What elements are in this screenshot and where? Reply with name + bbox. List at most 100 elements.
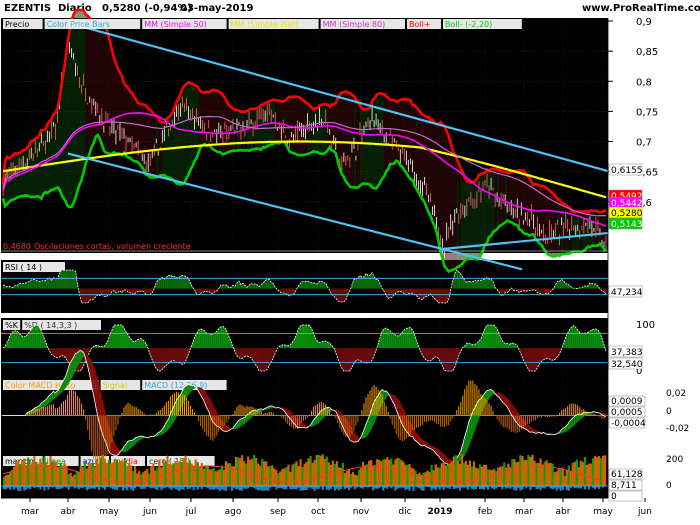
band-fill xyxy=(111,49,114,154)
vol-area xyxy=(565,469,568,486)
stoch-area xyxy=(242,348,246,358)
macd-tick-label: -0,02 xyxy=(666,424,689,434)
vol-area xyxy=(218,469,221,486)
rsi-area xyxy=(103,288,106,298)
vol-neg-bar xyxy=(234,486,238,490)
vol-neg-bar xyxy=(301,486,304,491)
band-fill xyxy=(349,92,352,188)
vol-neg-bar xyxy=(325,486,328,490)
stoch-area xyxy=(446,348,449,372)
vol-area xyxy=(152,463,155,486)
vol-area xyxy=(319,455,322,486)
price-tick-label: 0,9 xyxy=(636,17,652,28)
rsi-area xyxy=(107,288,110,296)
rsi-area xyxy=(355,277,358,289)
vol-area xyxy=(285,467,288,486)
vol-neg-bar xyxy=(180,486,183,489)
vol-neg-bar xyxy=(208,486,211,490)
stoch-area xyxy=(37,324,40,348)
rsi-area xyxy=(591,283,594,289)
vol-area xyxy=(468,460,472,486)
vol-area xyxy=(497,467,500,486)
band-fill xyxy=(107,33,110,155)
vol-area xyxy=(297,466,300,486)
band-fill xyxy=(212,90,215,151)
vol-area xyxy=(7,474,10,486)
stoch-tick-label: 100 xyxy=(636,320,655,331)
vol-area xyxy=(543,461,546,486)
stoch-area xyxy=(35,324,38,348)
vol-neg-bar xyxy=(103,486,107,490)
vol-neg-bar xyxy=(39,486,42,490)
vol-area xyxy=(464,461,468,486)
vol-area xyxy=(521,456,524,486)
rsi-area xyxy=(398,288,401,292)
vol-area xyxy=(265,461,268,486)
vol-neg-bar xyxy=(565,486,568,491)
vol-area xyxy=(251,458,254,486)
vol-neg-bar xyxy=(85,486,88,491)
vol-neg-bar xyxy=(539,486,542,491)
x-axis-month-label: may xyxy=(593,507,613,517)
stoch-area xyxy=(551,348,554,361)
price-bottom-caption: Oscilaciones cortas, volumen creciente xyxy=(34,242,191,251)
band-fill xyxy=(361,108,364,185)
vol-neg-bar xyxy=(482,486,486,490)
stoch-area xyxy=(172,348,175,361)
rsi-area xyxy=(593,283,596,289)
vol-value-label: 61,128 xyxy=(611,470,643,480)
vol-area xyxy=(226,463,230,486)
vol-neg-bar xyxy=(283,486,286,490)
vol-area xyxy=(23,458,26,486)
vol-area xyxy=(279,471,282,486)
rsi-area xyxy=(557,280,560,289)
rsi-area xyxy=(589,283,592,289)
band-fill xyxy=(216,90,219,153)
vol-area xyxy=(317,454,320,486)
vol-neg-bar xyxy=(255,486,258,490)
rsi-area xyxy=(388,288,391,299)
vol-area xyxy=(105,462,109,486)
rsi-area xyxy=(39,280,42,289)
vol-area xyxy=(210,469,213,486)
stoch-area xyxy=(493,324,496,348)
price-legend-item: Boll- (-2,20) xyxy=(445,20,492,29)
vol-neg-bar xyxy=(142,486,145,489)
rsi-area xyxy=(303,281,306,289)
vol-neg-bar xyxy=(335,486,338,489)
stoch-area xyxy=(392,333,395,348)
band-fill xyxy=(359,105,362,186)
vol-area xyxy=(13,466,16,486)
x-axis-month-label: dic xyxy=(398,507,411,517)
rsi-area xyxy=(313,282,316,289)
vol-area xyxy=(15,461,18,486)
stoch-area xyxy=(466,343,469,348)
vol-area xyxy=(366,464,369,486)
vol-area xyxy=(107,459,111,486)
vol-area xyxy=(224,461,228,486)
vol-area xyxy=(440,463,443,486)
vol-neg-bar xyxy=(303,486,306,491)
rsi-area xyxy=(23,283,26,289)
rsi-area xyxy=(158,279,161,289)
vol-area xyxy=(146,468,149,486)
vol-area xyxy=(404,464,407,486)
vol-area xyxy=(327,462,330,486)
chart-canvas[interactable]: 0,90,850,80,750,70,650,60,61550,54920,54… xyxy=(0,0,700,525)
vol-neg-bar xyxy=(182,486,185,490)
vol-area xyxy=(434,464,437,486)
vol-area xyxy=(134,465,137,486)
vol-area xyxy=(557,468,560,486)
vol-area xyxy=(293,463,296,486)
vol-area xyxy=(436,467,439,486)
vol-area xyxy=(184,455,187,486)
rsi-area xyxy=(541,288,544,295)
vol-area xyxy=(91,463,94,486)
stoch-area xyxy=(305,324,308,348)
stoch-area xyxy=(182,348,185,365)
band-fill xyxy=(557,199,560,257)
vol-area xyxy=(422,472,425,486)
rsi-area xyxy=(69,270,72,289)
rsi-area xyxy=(176,277,179,289)
vol-area xyxy=(559,468,562,486)
